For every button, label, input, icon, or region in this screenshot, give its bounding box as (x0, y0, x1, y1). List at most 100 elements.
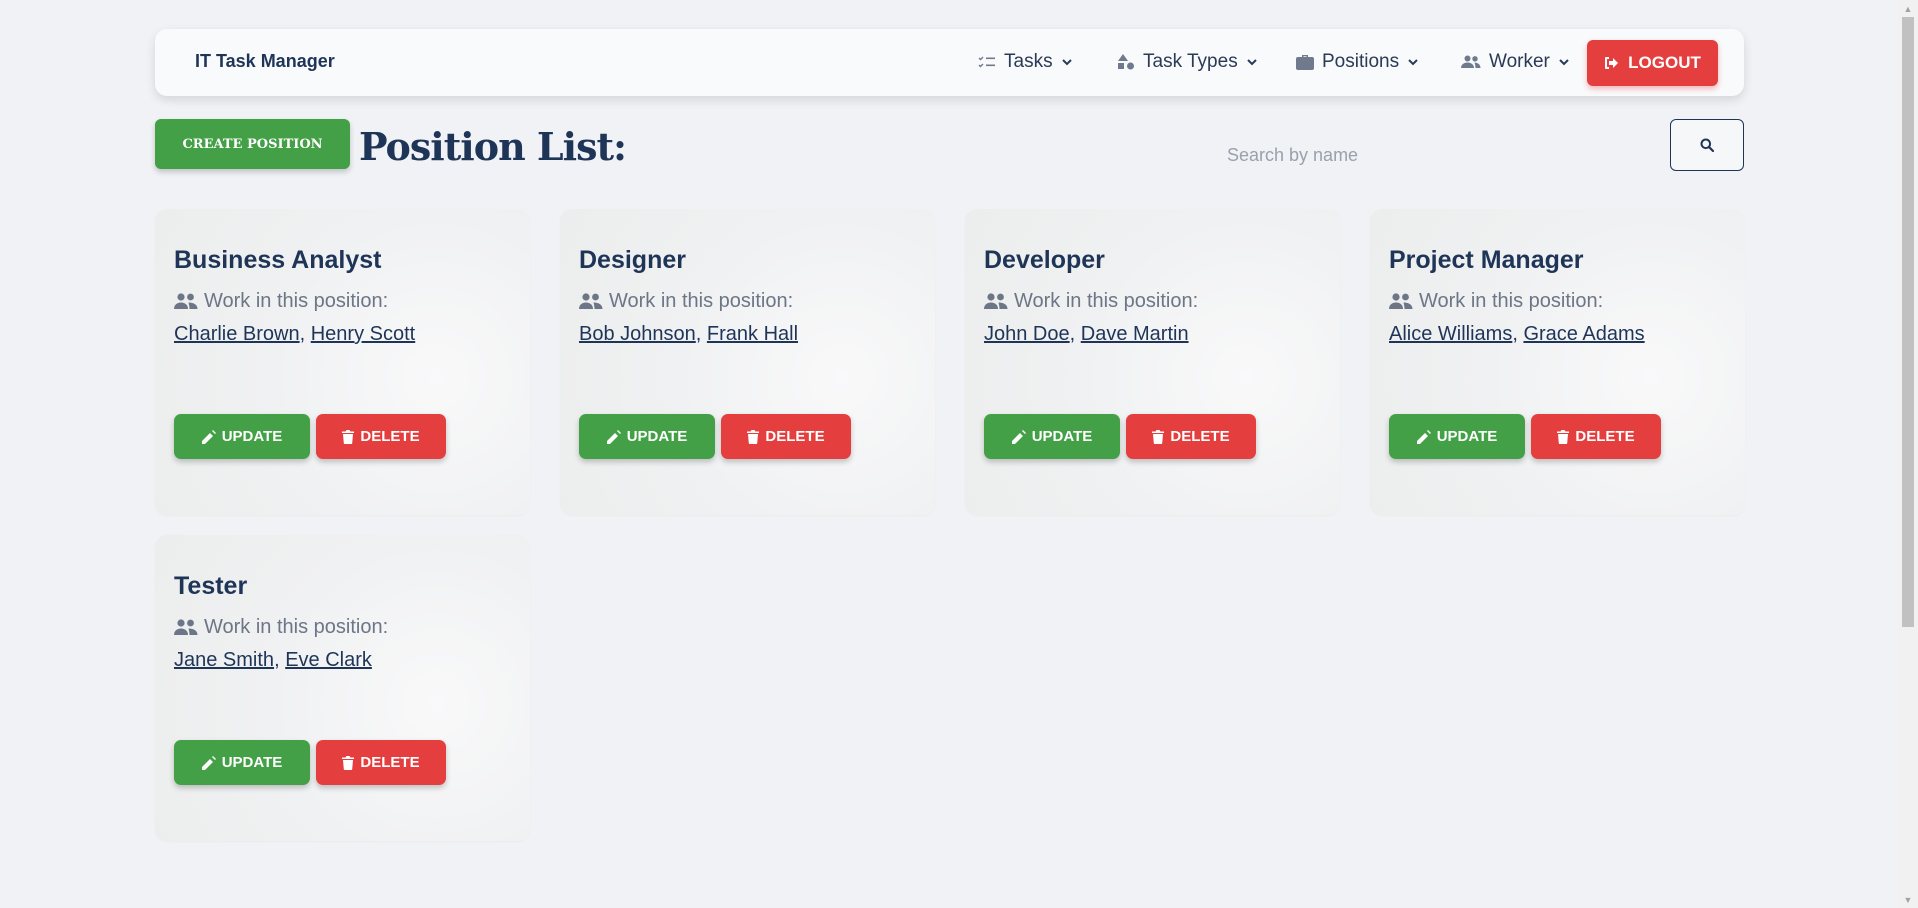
users-icon (579, 293, 603, 309)
update-label: UPDATE (626, 428, 688, 445)
pencil-icon (1416, 429, 1431, 444)
worker-link[interactable]: Grace Adams (1523, 323, 1644, 345)
worker-link[interactable]: Charlie Brown (174, 323, 300, 345)
task-list-icon (978, 56, 995, 68)
position-card: Designer Work in this position: Bob John… (560, 209, 935, 515)
scrollbar-thumb[interactable] (1902, 17, 1914, 627)
nav-tasks-dropdown[interactable]: Tasks (978, 49, 1073, 75)
update-button[interactable]: UPDATE (984, 414, 1120, 459)
search-icon (1700, 138, 1714, 152)
trash-icon (342, 755, 355, 770)
workers-label-row: Work in this position: (174, 290, 388, 313)
update-label: UPDATE (1436, 428, 1498, 445)
delete-label: DELETE (765, 428, 825, 445)
nav-positions-label: Positions (1322, 51, 1400, 72)
page-title: Position List: (359, 124, 627, 169)
users-icon (984, 293, 1008, 309)
search-input[interactable] (1225, 138, 1629, 172)
workers-label: Work in this position: (609, 290, 794, 312)
workers-label: Work in this position: (1419, 290, 1604, 312)
nav-task-types-dropdown[interactable]: Task Types (1117, 49, 1258, 75)
delete-button[interactable]: DELETE (1531, 414, 1661, 459)
workers-label: Work in this position: (204, 616, 389, 638)
workers-label-row: Work in this position: (174, 616, 388, 639)
position-name: Project Manager (1389, 246, 1584, 274)
position-name: Designer (579, 246, 686, 274)
users-icon (174, 293, 198, 309)
delete-label: DELETE (360, 754, 420, 771)
users-icon (1461, 55, 1481, 68)
delete-label: DELETE (1170, 428, 1230, 445)
workers-list: Jane Smith, Eve Clark (174, 649, 372, 671)
search-button[interactable] (1670, 119, 1744, 171)
update-button[interactable]: UPDATE (174, 740, 310, 785)
worker-link[interactable]: Frank Hall (707, 323, 798, 345)
workers-list: Charlie Brown, Henry Scott (174, 323, 416, 345)
worker-link[interactable]: Henry Scott (311, 323, 415, 345)
worker-link[interactable]: Dave Martin (1081, 323, 1189, 345)
logout-button[interactable]: LOGOUT (1587, 40, 1718, 86)
update-button[interactable]: UPDATE (579, 414, 715, 459)
chevron-down-icon (1559, 59, 1569, 66)
chevron-down-icon (1246, 59, 1257, 66)
trash-icon (747, 429, 760, 444)
nav-positions-dropdown[interactable]: Positions (1296, 49, 1419, 75)
update-button[interactable]: UPDATE (174, 414, 310, 459)
position-name: Business Analyst (174, 246, 382, 274)
delete-button[interactable]: DELETE (316, 740, 446, 785)
delete-button[interactable]: DELETE (721, 414, 851, 459)
workers-label-row: Work in this position: (1389, 290, 1603, 313)
worker-link[interactable]: Jane Smith (174, 649, 274, 671)
workers-label: Work in this position: (204, 290, 389, 312)
position-card: Business Analyst Work in this position: … (155, 209, 530, 515)
workers-list: Bob Johnson, Frank Hall (579, 323, 799, 345)
scroll-down-arrow-icon[interactable]: ▼ (1898, 891, 1918, 908)
delete-label: DELETE (1575, 428, 1635, 445)
chevron-down-icon (1408, 59, 1418, 66)
position-card: Developer Work in this position: John Do… (965, 209, 1340, 515)
users-icon (174, 619, 198, 635)
nav-worker-dropdown[interactable]: Worker (1461, 49, 1570, 75)
worker-link[interactable]: John Doe (984, 323, 1070, 345)
delete-label: DELETE (360, 428, 420, 445)
worker-link[interactable]: Alice Williams (1389, 323, 1512, 345)
delete-button[interactable]: DELETE (316, 414, 446, 459)
worker-link[interactable]: Bob Johnson (579, 323, 696, 345)
briefcase-icon (1296, 55, 1314, 70)
delete-button[interactable]: DELETE (1126, 414, 1256, 459)
pencil-icon (606, 429, 621, 444)
workers-list: Alice Williams, Grace Adams (1389, 323, 1645, 345)
update-label: UPDATE (221, 428, 283, 445)
pencil-icon (201, 755, 216, 770)
worker-link[interactable]: Eve Clark (285, 649, 372, 671)
pencil-icon (201, 429, 216, 444)
pencil-icon (1011, 429, 1026, 444)
vertical-scrollbar[interactable]: ▲ ▼ (1898, 0, 1918, 908)
workers-list: John Doe, Dave Martin (984, 323, 1189, 345)
nav-tasks-label: Tasks (1004, 51, 1053, 72)
position-name: Developer (984, 246, 1105, 274)
brand-title[interactable]: IT Task Manager (195, 51, 335, 72)
update-label: UPDATE (221, 754, 283, 771)
scroll-up-arrow-icon[interactable]: ▲ (1898, 0, 1918, 17)
position-card: Tester Work in this position: Jane Smith… (155, 535, 530, 841)
update-button[interactable]: UPDATE (1389, 414, 1525, 459)
top-navbar: IT Task Manager Tasks Task Types Positio… (155, 29, 1744, 96)
update-label: UPDATE (1031, 428, 1093, 445)
create-position-button[interactable]: CREATE POSITION (155, 119, 350, 169)
nav-worker-label: Worker (1489, 51, 1550, 72)
sign-out-icon (1605, 57, 1619, 69)
trash-icon (1152, 429, 1165, 444)
shapes-icon (1118, 54, 1134, 70)
position-card: Project Manager Work in this position: A… (1370, 209, 1745, 515)
nav-task-types-label: Task Types (1143, 51, 1238, 72)
trash-icon (1557, 429, 1570, 444)
logout-label: LOGOUT (1628, 53, 1701, 72)
trash-icon (342, 429, 355, 444)
workers-label: Work in this position: (1014, 290, 1199, 312)
chevron-down-icon (1061, 59, 1072, 66)
workers-label-row: Work in this position: (579, 290, 793, 313)
users-icon (1389, 293, 1413, 309)
workers-label-row: Work in this position: (984, 290, 1198, 313)
position-name: Tester (174, 572, 248, 600)
